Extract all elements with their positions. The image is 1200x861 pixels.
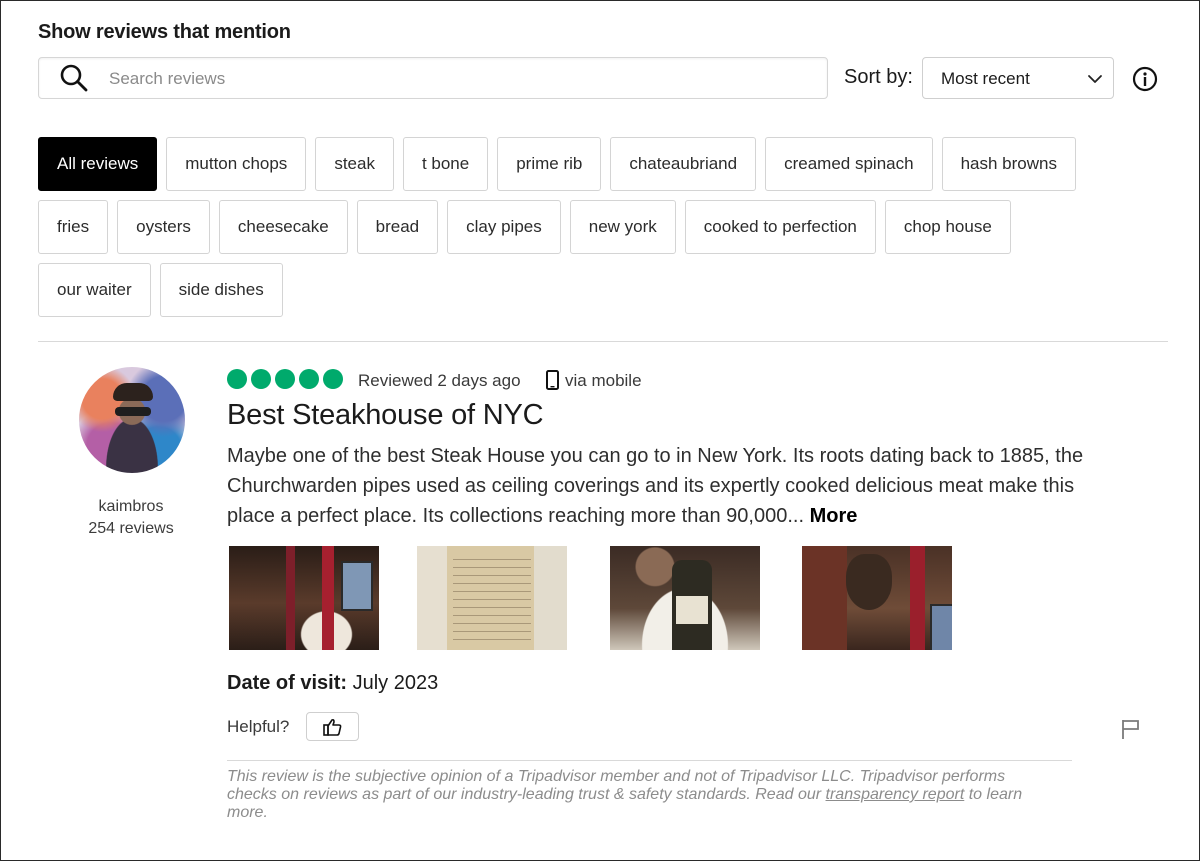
avatar-hair	[113, 383, 153, 401]
filter-chip[interactable]: prime rib	[497, 137, 602, 191]
reviewer-username[interactable]: kaimbros	[63, 498, 199, 516]
filter-chip[interactable]: chop house	[884, 200, 1011, 254]
reviewer-review-count: 254 reviews	[88, 520, 174, 537]
rating-bubble-icon	[323, 369, 343, 389]
date-of-visit-label: Date of visit:	[227, 672, 348, 694]
photo-receipt-lines	[453, 552, 531, 644]
reviews-panel: Show reviews that mention Sort by: Most …	[0, 0, 1200, 861]
avatar[interactable]	[79, 367, 185, 473]
rating-bubble-icon	[275, 369, 295, 389]
filter-row: All reviews mutton chops steak t bone pr…	[38, 137, 1168, 191]
search-input[interactable]	[107, 64, 801, 94]
review-text: Maybe one of the best Steak House you ca…	[227, 445, 1084, 527]
date-of-visit: Date of visit: July 2023	[227, 672, 438, 695]
mobile-phone-icon	[546, 370, 559, 390]
review-photo[interactable]	[229, 546, 379, 650]
filter-chip[interactable]: bread	[356, 200, 439, 254]
review-date: Reviewed 2 days ago	[358, 371, 521, 390]
review-photo[interactable]	[610, 546, 760, 650]
review-photo[interactable]	[802, 546, 952, 650]
transparency-report-link[interactable]: transparency report	[826, 786, 965, 803]
search-icon	[60, 64, 88, 92]
sort-selected-value: Most recent	[941, 69, 1030, 88]
date-of-visit-value: July 2023	[352, 672, 439, 694]
search-box[interactable]	[38, 57, 828, 99]
filter-chip[interactable]: steak	[315, 137, 394, 191]
filter-chip[interactable]: our waiter	[38, 263, 151, 317]
divider	[38, 341, 1168, 342]
photo-moose-head	[846, 554, 892, 610]
flag-icon[interactable]	[1121, 718, 1141, 740]
filter-chip[interactable]: oysters	[117, 200, 210, 254]
rating-bubbles	[227, 369, 343, 389]
sort-select[interactable]: Most recent	[922, 57, 1114, 99]
via-mobile-label: via mobile	[565, 371, 642, 390]
rating-bubble-icon	[227, 369, 247, 389]
rating-bubble-icon	[299, 369, 319, 389]
rating-bubble-icon	[251, 369, 271, 389]
review-disclaimer: This review is the subjective opinion of…	[227, 768, 1057, 822]
review-title[interactable]: Best Steakhouse of NYC	[227, 399, 544, 432]
filter-chip[interactable]: t bone	[402, 137, 489, 191]
thumbs-up-icon	[323, 718, 342, 736]
photo-bottle-label	[676, 596, 708, 624]
filter-chip[interactable]: cheesecake	[218, 200, 348, 254]
photo-window	[341, 561, 373, 611]
filter-row: fries oysters cheesecake bread clay pipe…	[38, 200, 1168, 254]
section-title: Show reviews that mention	[38, 21, 291, 43]
filter-chip[interactable]: chateaubriand	[610, 137, 757, 191]
review-body: Maybe one of the best Steak House you ca…	[227, 441, 1087, 531]
helpful-label: Helpful?	[227, 717, 290, 736]
filter-chip[interactable]: hash browns	[941, 137, 1076, 191]
divider	[227, 760, 1072, 761]
helpful-vote-button[interactable]	[306, 712, 359, 741]
avatar-glasses	[115, 407, 151, 416]
mention-filters: All reviews mutton chops steak t bone pr…	[38, 137, 1168, 326]
filter-chip[interactable]: creamed spinach	[765, 137, 933, 191]
more-link[interactable]: More	[810, 505, 858, 527]
photo-window	[930, 604, 952, 650]
filter-chip[interactable]: clay pipes	[447, 200, 561, 254]
filter-row: our waiter side dishes	[38, 263, 1168, 317]
review-photo[interactable]	[417, 546, 567, 650]
filter-chip[interactable]: cooked to perfection	[684, 200, 876, 254]
chevron-down-icon	[1088, 75, 1102, 83]
sort-label: Sort by:	[844, 66, 913, 88]
filter-chip-all-reviews[interactable]: All reviews	[38, 137, 158, 191]
filter-chip[interactable]: new york	[569, 200, 676, 254]
filter-chip[interactable]: mutton chops	[166, 137, 307, 191]
filter-chip[interactable]: fries	[38, 200, 109, 254]
info-icon[interactable]	[1132, 66, 1158, 92]
filter-chip[interactable]: side dishes	[159, 263, 283, 317]
